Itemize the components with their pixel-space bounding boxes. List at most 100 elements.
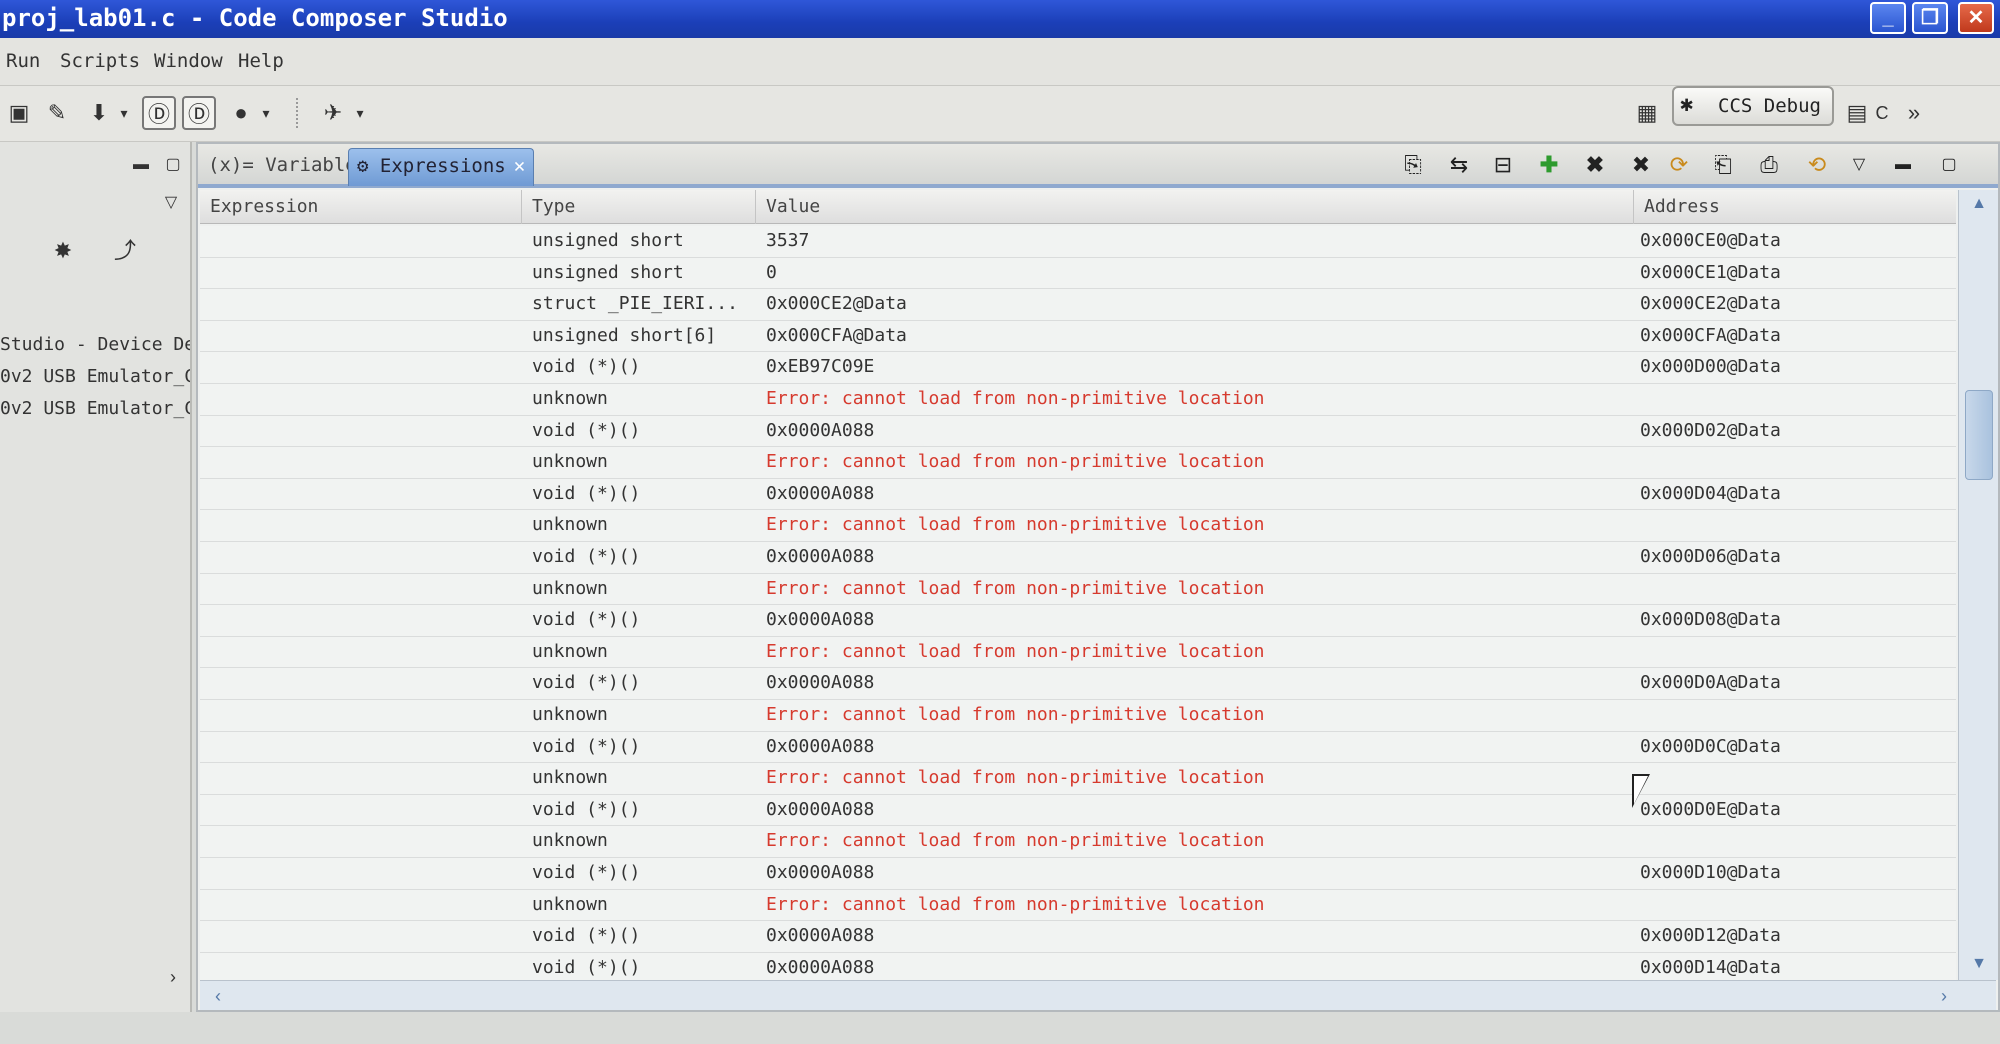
scroll-thumb[interactable]: [1965, 390, 1993, 480]
remove-expression-icon[interactable]: ✖: [1580, 150, 1610, 180]
table-row[interactable]: (x)=PIEACKunsigned short00x000CE1@Data: [200, 258, 1956, 290]
load-program-icon[interactable]: ⬇: [82, 96, 116, 130]
minimize-view-icon[interactable]: ▬: [1888, 150, 1918, 180]
table-row[interactable]: −➡Resetvoid (*)()0xEB97C09E0x000D00@Data: [200, 352, 1956, 384]
continuous-refresh-icon[interactable]: ⟲: [1802, 150, 1832, 180]
perspective-ccs-debug[interactable]: ✱ CCS Debug: [1672, 86, 1834, 126]
import-icon[interactable]: ⎗: [1708, 150, 1738, 180]
address-cell: 0x000CE0@Data: [1640, 230, 1781, 251]
table-row[interactable]: −➡INT4void (*)()0x0000A0880x000D08@Data: [200, 605, 1956, 637]
scroll-right-icon[interactable]: ›: [1932, 984, 1956, 1008]
table-row[interactable]: (x)=*(INT3)unknownError: cannot load fro…: [200, 574, 1956, 606]
debug-tree-item[interactable]: 0v2 USB Emulator_C: [0, 398, 190, 419]
table-row[interactable]: −➡INT1void (*)()0x0000A0880x000D02@Data: [200, 416, 1956, 448]
minimize-button[interactable]: _: [1870, 2, 1906, 34]
menu-help[interactable]: Help: [238, 50, 284, 72]
minimize-view-icon[interactable]: ▬: [124, 148, 158, 182]
debug-tree-item[interactable]: 0v2 USB Emulator_C: [0, 366, 190, 387]
vertical-scrollbar[interactable]: ▲ ▼: [1958, 190, 1998, 980]
type-cell: void (*)(): [532, 356, 641, 378]
error-value-cell[interactable]: Error: cannot load from non-primitive lo…: [766, 514, 1816, 535]
type-cell: unsigned short: [532, 230, 684, 251]
type-cell: void (*)(): [532, 925, 641, 947]
table-row[interactable]: (x)=*(ResetunknownError: cannot load fro…: [200, 384, 1956, 416]
mouse-cursor: [1634, 776, 1648, 804]
maximize-view-icon[interactable]: ▢: [156, 148, 190, 182]
load-dropdown-icon[interactable]: ▾: [116, 96, 132, 130]
close-tab-icon[interactable]: ✕: [514, 149, 525, 183]
scroll-left-icon[interactable]: ‹: [206, 984, 230, 1008]
collapse-all-icon[interactable]: ⊟: [1488, 150, 1518, 180]
table-row[interactable]: −➡INT3void (*)()0x0000A0880x000D06@Data: [200, 542, 1956, 574]
error-value-cell[interactable]: Error: cannot load from non-primitive lo…: [766, 894, 1816, 915]
table-row[interactable]: +◆PIEIER_PIEstruct _PIE_IERI...0x000CE2@…: [200, 289, 1956, 321]
error-value-cell[interactable]: Error: cannot load from non-primitive lo…: [766, 578, 1816, 599]
menu-bar: Run Scripts Window Help: [0, 38, 2000, 86]
reset-cpu-icon[interactable]: ●: [224, 96, 258, 130]
refresh-icon[interactable]: ⟳: [1664, 150, 1694, 180]
table-row[interactable]: (x)=*(INT8)unknownError: cannot load fro…: [200, 890, 1956, 922]
reset-dropdown-icon[interactable]: ▾: [258, 96, 274, 130]
table-row[interactable]: (x)=*(INT6)unknownError: cannot load fro…: [200, 763, 1956, 795]
tab-expressions[interactable]: ⚙ Expressions ✕: [348, 148, 535, 186]
column-value[interactable]: Value: [756, 190, 1634, 224]
view-menu-icon[interactable]: ▽: [154, 186, 188, 220]
menu-scripts[interactable]: Scripts: [60, 50, 140, 72]
error-value-cell[interactable]: Error: cannot load from non-primitive lo…: [766, 704, 1816, 725]
table-row[interactable]: −➡INT7void (*)()0x0000A0880x000D0E@Data: [200, 795, 1956, 827]
column-type[interactable]: Type: [522, 190, 756, 224]
table-row[interactable]: (x)=PIECTRLunsigned short35370x000CE0@Da…: [200, 226, 1956, 258]
table-row[interactable]: (x)=*(INT1)unknownError: cannot load fro…: [200, 447, 1956, 479]
hammer-dropdown-icon[interactable]: ▾: [352, 96, 368, 130]
breakpoint-toggle-icon[interactable]: Ⓓ: [142, 96, 176, 130]
address-cell: 0x000D0C@Data: [1640, 735, 1781, 757]
menu-window[interactable]: Window: [154, 50, 223, 72]
remove-all-icon[interactable]: ✖: [1626, 150, 1656, 180]
scroll-down-icon[interactable]: ▼: [1967, 952, 1991, 976]
connect-icon[interactable]: ✎: [40, 96, 74, 130]
perspective-c-label[interactable]: C: [1872, 96, 1892, 130]
error-value-cell[interactable]: Error: cannot load from non-primitive lo…: [766, 830, 1816, 851]
table-row[interactable]: −➡INT5void (*)()0x0000A0880x000D0A@Data: [200, 668, 1956, 700]
debug-tree-item[interactable]: Studio - Device De: [0, 334, 190, 355]
menu-run[interactable]: Run: [6, 50, 40, 72]
table-row[interactable]: −➡INT2void (*)()0x0000A0880x000D04@Data: [200, 479, 1956, 511]
show-type-names-icon[interactable]: ⎘: [1398, 150, 1428, 180]
table-row[interactable]: (x)=*(INT4)unknownError: cannot load fro…: [200, 637, 1956, 669]
breakpoint-disable-icon[interactable]: Ⓓ: [182, 96, 216, 130]
table-row[interactable]: (x)=*(INT7)unknownError: cannot load fro…: [200, 826, 1956, 858]
table-row[interactable]: −➡INT8void (*)()0x0000A0880x000D10@Data: [200, 858, 1956, 890]
step-return-icon[interactable]: ⤴: [108, 234, 142, 268]
restore-button[interactable]: ❐: [1912, 2, 1948, 34]
scroll-up-icon[interactable]: ▲: [1967, 192, 1991, 216]
debug-target-icon[interactable]: ▣: [2, 96, 36, 130]
maximize-view-icon[interactable]: ▢: [1934, 150, 1964, 180]
scroll-right-icon[interactable]: ›: [156, 960, 190, 994]
more-perspectives-icon[interactable]: »: [1902, 96, 1926, 130]
error-value-cell[interactable]: Error: cannot load from non-primitive lo…: [766, 388, 1816, 409]
table-row[interactable]: −➡INT6void (*)()0x0000A0880x000D0C@Data: [200, 732, 1956, 764]
error-value-cell[interactable]: Error: cannot load from non-primitive lo…: [766, 641, 1816, 662]
address-cell: 0x000D14@Data: [1640, 956, 1781, 978]
c-perspective-icon[interactable]: ▤: [1840, 96, 1874, 130]
error-value-cell[interactable]: Error: cannot load from non-primitive lo…: [766, 451, 1816, 472]
step-icon[interactable]: ✸: [46, 234, 80, 268]
address-cell: 0x000D04@Data: [1640, 482, 1781, 504]
close-window-button[interactable]: ✕: [1958, 2, 1994, 34]
column-expression[interactable]: Expression: [200, 190, 522, 224]
table-row[interactable]: +◆rsvd_1unsigned short[6]0x000CFA@Data0x…: [200, 321, 1956, 353]
hammer-icon[interactable]: ✈: [316, 96, 350, 130]
table-row[interactable]: +➡INT9void (*)()0x0000A0880x000D12@Data: [200, 921, 1956, 953]
column-address[interactable]: Address: [1634, 190, 1956, 224]
table-row[interactable]: (x)=*(INT5)unknownError: cannot load fro…: [200, 700, 1956, 732]
table-row[interactable]: (x)=*(INT2)unknownError: cannot load fro…: [200, 510, 1956, 542]
add-expression-icon[interactable]: ✚: [1534, 150, 1564, 180]
export-icon[interactable]: ⎙: [1754, 150, 1784, 180]
select-all-icon[interactable]: ⇆: [1444, 150, 1474, 180]
open-perspective-icon[interactable]: ▦: [1630, 96, 1664, 130]
type-cell: unknown: [532, 451, 608, 473]
error-value-cell[interactable]: Error: cannot load from non-primitive lo…: [766, 767, 1816, 788]
table-row[interactable]: +➡INT10void (*)()0x0000A0880x000D14@Data: [200, 953, 1956, 980]
view-menu-icon[interactable]: ▽: [1844, 150, 1874, 180]
horizontal-scrollbar[interactable]: ‹ ›: [200, 980, 1996, 1010]
